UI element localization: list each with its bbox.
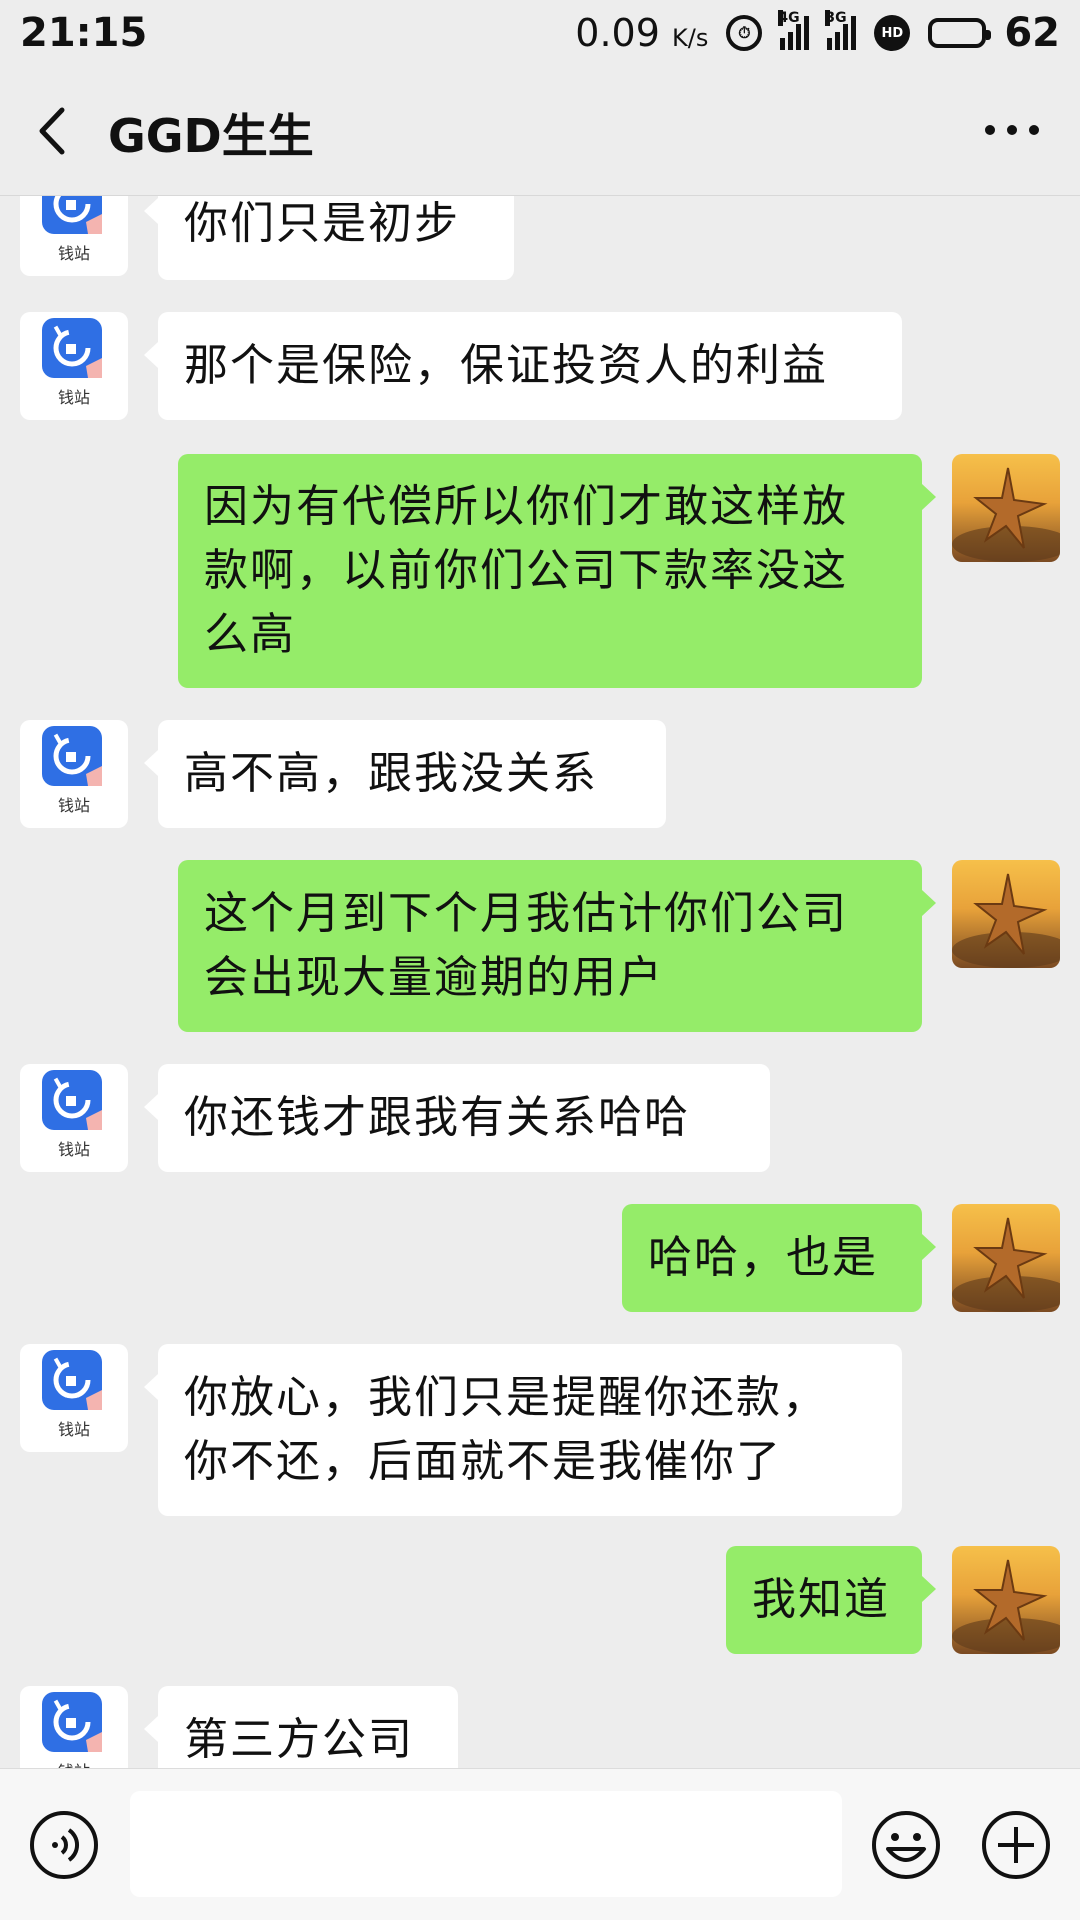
- message-text: 你放心，我们只是提醒你还款，: [184, 1372, 828, 1423]
- contact-avatar[interactable]: 钱站: [20, 196, 128, 276]
- message-text: 哈哈，也是: [648, 1232, 878, 1283]
- message-bubble[interactable]: 因为有代偿所以你们才敢这样放 款啊，以前你们公司下款率没这 么高: [178, 454, 936, 688]
- qianzhan-logo-icon: [42, 318, 102, 378]
- contact-avatar[interactable]: 钱站: [20, 1344, 128, 1452]
- battery-icon: [928, 18, 992, 48]
- outgoing-message-row: 因为有代偿所以你们才敢这样放 款啊，以前你们公司下款率没这 么高: [0, 454, 1080, 688]
- avatar-caption: 钱站: [57, 796, 90, 815]
- user-avatar[interactable]: [952, 860, 1060, 968]
- message-bubble[interactable]: 第三方公司: [144, 1686, 458, 1768]
- incoming-message-row: 钱站 那个是保险，保证投资人的利益: [0, 312, 1080, 420]
- incoming-message-row: 钱站 第三方公司: [0, 1686, 1080, 1768]
- outgoing-message-row: 这个月到下个月我估计你们公司 会出现大量逾期的用户: [0, 860, 1080, 1032]
- signal-4g-icon: 4G: [778, 10, 810, 50]
- signal-3g-label: 3G: [825, 10, 847, 26]
- message-bubble[interactable]: 你还钱才跟我有关系哈哈: [144, 1064, 770, 1172]
- starfish-avatar-image: [952, 454, 1060, 562]
- user-avatar[interactable]: [952, 1546, 1060, 1654]
- starfish-avatar-image: [952, 860, 1060, 968]
- avatar-caption: 钱站: [57, 388, 90, 407]
- plus-icon[interactable]: [980, 1809, 1052, 1881]
- incoming-message-row: 钱站 高不高，跟我没关系: [0, 720, 1080, 828]
- voice-input-icon[interactable]: [28, 1809, 100, 1881]
- message-text: 高不高，跟我没关系: [184, 748, 598, 799]
- qianzhan-logo-icon: [42, 1350, 102, 1410]
- user-avatar[interactable]: [952, 1204, 1060, 1312]
- status-bar: 21:15 0.09 K/s ⏱ 4G 3G HD 62: [0, 0, 1080, 66]
- avatar-caption: 钱站: [57, 1140, 90, 1159]
- message-bubble[interactable]: 我知道: [726, 1546, 936, 1654]
- message-text: 这个月到下个月我估计你们公司: [204, 888, 848, 939]
- qianzhan-logo-icon: [42, 726, 102, 786]
- signal-4g-label: 4G: [778, 10, 800, 26]
- input-bar: [0, 1768, 1080, 1920]
- outgoing-message-row: 哈哈，也是: [0, 1204, 1080, 1312]
- message-text: 你们只是初步: [184, 198, 460, 249]
- network-speed: 0.09 K/s: [575, 11, 708, 55]
- qianzhan-logo-icon: [42, 1692, 102, 1752]
- status-time: 21:15: [20, 10, 148, 56]
- message-text: 因为有代偿所以你们才敢这样放: [204, 481, 848, 532]
- avatar-caption: 钱站: [57, 244, 90, 263]
- message-bubble[interactable]: 你放心，我们只是提醒你还款， 你不还，后面就不是我催你了: [144, 1344, 902, 1516]
- contact-avatar[interactable]: 钱站: [20, 1686, 128, 1768]
- outgoing-message-row: 我知道: [0, 1546, 1080, 1654]
- message-text: 你不还，后面就不是我催你了: [184, 1436, 782, 1487]
- user-avatar[interactable]: [952, 454, 1060, 562]
- more-options-icon[interactable]: [984, 118, 1040, 142]
- message-bubble[interactable]: 高不高，跟我没关系: [144, 720, 666, 828]
- chat-header: GGD生生: [0, 66, 1080, 196]
- battery-level: 62: [1004, 10, 1060, 56]
- message-list[interactable]: 钱站 你们只是初步 钱站 那个是保险，保证投资人的利益 因为有代偿所以你们才敢这样放 款啊…: [0, 196, 1080, 1768]
- contact-avatar[interactable]: 钱站: [20, 1064, 128, 1172]
- starfish-avatar-image: [952, 1546, 1060, 1654]
- message-text: 么高: [204, 609, 296, 660]
- message-text: 第三方公司: [184, 1714, 414, 1765]
- back-arrow-icon[interactable]: [30, 104, 80, 158]
- incoming-message-row: 钱站 你还钱才跟我有关系哈哈: [0, 1064, 1080, 1172]
- chat-title: GGD生生: [108, 109, 314, 163]
- message-input[interactable]: [130, 1791, 842, 1897]
- message-text: 款啊，以前你们公司下款率没这: [204, 545, 848, 596]
- avatar-caption: 钱站: [20, 1758, 128, 1768]
- message-bubble[interactable]: 你们只是初步: [144, 196, 514, 280]
- message-bubble[interactable]: 哈哈，也是: [622, 1204, 936, 1312]
- signal-3g-icon: 3G: [825, 10, 857, 50]
- message-text: 我知道: [752, 1574, 890, 1625]
- starfish-avatar-image: [952, 1204, 1060, 1312]
- qianzhan-logo-icon: [42, 1070, 102, 1130]
- avatar-caption: 钱站: [57, 1420, 90, 1439]
- alarm-icon: ⏱: [726, 15, 763, 51]
- network-speed-value: 0.09: [575, 11, 660, 55]
- message-bubble[interactable]: 这个月到下个月我估计你们公司 会出现大量逾期的用户: [178, 860, 936, 1032]
- message-text: 你还钱才跟我有关系哈哈: [184, 1092, 690, 1143]
- contact-avatar[interactable]: 钱站: [20, 312, 128, 420]
- message-text: 那个是保险，保证投资人的利益: [184, 340, 828, 391]
- incoming-message-row: 钱站 你放心，我们只是提醒你还款， 你不还，后面就不是我催你了: [0, 1344, 1080, 1516]
- qianzhan-logo-icon: [42, 196, 102, 234]
- contact-avatar[interactable]: 钱站: [20, 720, 128, 828]
- network-speed-unit: K/s: [672, 24, 709, 52]
- hd-voice-icon: HD: [874, 15, 911, 51]
- emoji-icon[interactable]: [870, 1809, 942, 1881]
- incoming-message-row: 钱站 你们只是初步: [0, 196, 1080, 280]
- status-icons: 0.09 K/s ⏱ 4G 3G HD 62: [575, 10, 1060, 56]
- message-text: 会出现大量逾期的用户: [204, 952, 664, 1003]
- message-bubble[interactable]: 那个是保险，保证投资人的利益: [144, 312, 902, 420]
